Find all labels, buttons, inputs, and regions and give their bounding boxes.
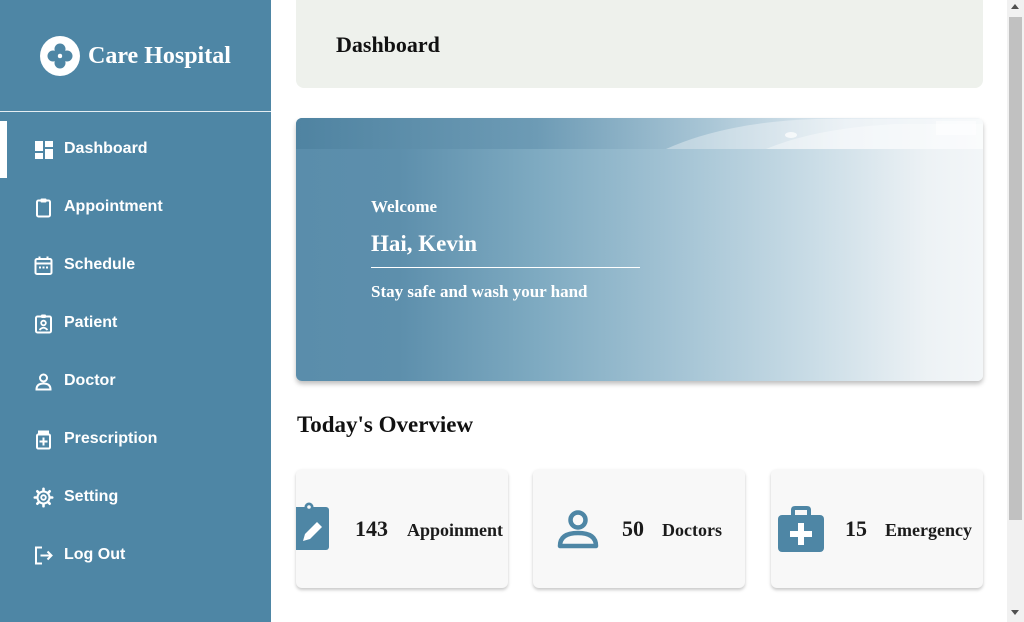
sidebar-item-label: Patient <box>64 314 118 331</box>
sidebar-item-schedule[interactable]: Schedule <box>0 236 271 294</box>
gear-icon <box>33 487 54 508</box>
banner-image <box>296 118 983 149</box>
sidebar-item-label: Log Out <box>64 546 126 563</box>
card-value: 50 <box>622 516 644 541</box>
welcome-banner: Welcome Hai, Kevin Stay safe and wash yo… <box>296 118 983 381</box>
sidebar-item-appointment[interactable]: Appointment <box>0 178 271 236</box>
card-value: 143 <box>355 516 388 541</box>
divider <box>371 267 640 268</box>
sidebar-item-label: Schedule <box>64 256 136 273</box>
overview-card-emergency[interactable]: 15 Emergency <box>771 469 983 588</box>
page-title: Dashboard <box>336 32 440 57</box>
app-name: Care Hospital <box>88 43 231 69</box>
badge-icon <box>35 314 52 334</box>
welcome-name: Hai, Kevin <box>371 231 478 256</box>
sidebar-item-label: Dashboard <box>64 140 148 157</box>
section-title: Today's Overview <box>297 412 474 437</box>
welcome-message: Stay safe and wash your hand <box>371 282 588 301</box>
card-label: Emergency <box>885 520 972 540</box>
medicine-icon <box>36 430 51 450</box>
page-header: Dashboard <box>296 0 983 88</box>
person-icon <box>557 510 599 549</box>
clipboard-icon <box>36 198 51 218</box>
sidebar-nav: Dashboard Appointment Schedule Patient D… <box>0 120 271 584</box>
clover-logo-icon <box>40 36 80 76</box>
sidebar-item-label: Doctor <box>64 372 116 389</box>
person-icon <box>35 373 52 391</box>
overview-card-appointments[interactable]: 143 Appoinment <box>296 469 508 588</box>
sidebar-item-label: Prescription <box>64 430 158 447</box>
brand: Care Hospital <box>0 0 271 112</box>
overview-card-doctors[interactable]: 50 Doctors <box>533 469 745 588</box>
scroll-down-arrow-icon[interactable] <box>1011 610 1019 615</box>
sidebar-item-patient[interactable]: Patient <box>0 294 271 352</box>
card-value: 15 <box>845 516 867 541</box>
first-aid-kit-icon <box>778 506 824 552</box>
logout-icon <box>35 546 53 565</box>
card-label: Doctors <box>662 520 722 540</box>
vertical-scrollbar[interactable] <box>1007 0 1024 622</box>
welcome-greeting: Welcome <box>371 197 438 216</box>
sidebar-item-logout[interactable]: Log Out <box>0 526 271 584</box>
sidebar-item-setting[interactable]: Setting <box>0 468 271 526</box>
calendar-icon <box>34 256 53 275</box>
sidebar-item-prescription[interactable]: Prescription <box>0 410 271 468</box>
clipboard-edit-icon <box>296 502 329 550</box>
sidebar-item-doctor[interactable]: Doctor <box>0 352 271 410</box>
sidebar-item-dashboard[interactable]: Dashboard <box>0 120 271 178</box>
scroll-up-arrow-icon[interactable] <box>1011 4 1019 9</box>
card-label: Appoinment <box>407 520 504 540</box>
sidebar-item-label: Appointment <box>64 198 163 215</box>
sidebar-item-label: Setting <box>64 488 119 505</box>
sidebar: Care Hospital Dashboard Appointment Sche… <box>0 0 271 622</box>
scrollbar-thumb[interactable] <box>1009 17 1022 520</box>
dashboard-icon <box>35 141 53 159</box>
